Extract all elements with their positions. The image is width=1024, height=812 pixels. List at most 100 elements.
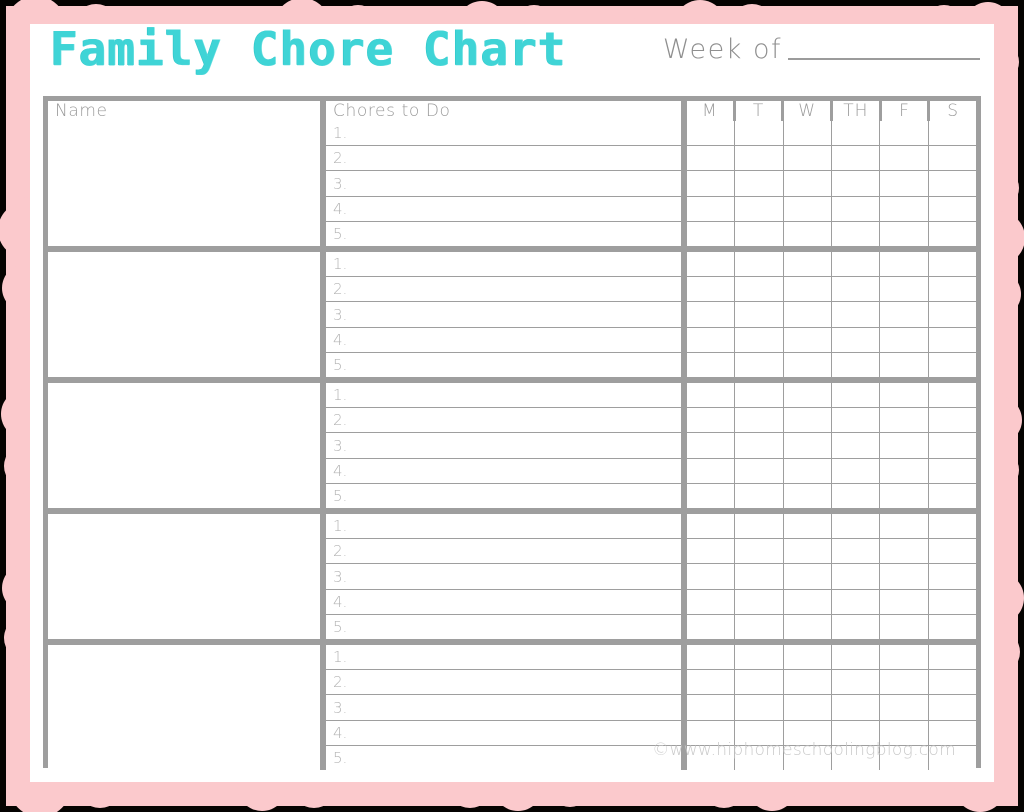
day-checkbox-cell[interactable] xyxy=(831,252,881,277)
day-checkbox-cell[interactable] xyxy=(880,458,929,483)
day-checkbox-cell[interactable] xyxy=(735,252,784,277)
day-checkbox-cell[interactable] xyxy=(783,645,832,670)
day-checkbox-cell[interactable] xyxy=(928,252,976,277)
day-checkbox-cell[interactable] xyxy=(735,277,784,302)
day-checkbox-cell[interactable] xyxy=(831,695,881,720)
day-checkbox-cell[interactable] xyxy=(831,171,881,196)
day-checkbox-cell[interactable] xyxy=(928,352,976,378)
day-checkbox-cell[interactable] xyxy=(928,514,976,539)
day-checkbox-cell[interactable] xyxy=(687,433,736,458)
day-checkbox-cell[interactable] xyxy=(687,514,736,539)
day-checkbox-cell[interactable] xyxy=(928,564,976,589)
day-checkbox-cell[interactable] xyxy=(783,514,832,539)
name-input-cell[interactable] xyxy=(48,121,320,246)
name-input-cell[interactable] xyxy=(48,514,320,639)
day-checkbox-cell[interactable] xyxy=(687,252,736,277)
day-checkbox-cell[interactable] xyxy=(783,408,832,433)
day-checkbox-cell[interactable] xyxy=(687,327,736,352)
day-checkbox-cell[interactable] xyxy=(735,408,784,433)
day-checkbox-cell[interactable] xyxy=(687,589,736,614)
chore-line[interactable]: 5. xyxy=(326,483,681,509)
name-input-cell[interactable] xyxy=(48,383,320,508)
day-checkbox-cell[interactable] xyxy=(880,252,929,277)
day-checkbox-cell[interactable] xyxy=(783,146,832,171)
day-checkbox-cell[interactable] xyxy=(928,670,976,695)
day-checkbox-cell[interactable] xyxy=(831,433,881,458)
day-checkbox-cell[interactable] xyxy=(735,302,784,327)
day-checkbox-cell[interactable] xyxy=(880,645,929,670)
day-checkbox-cell[interactable] xyxy=(928,695,976,720)
day-checkbox-cell[interactable] xyxy=(687,539,736,564)
day-checkbox-cell[interactable] xyxy=(783,433,832,458)
day-checkbox-cell[interactable] xyxy=(831,121,881,146)
day-checkbox-cell[interactable] xyxy=(687,383,736,408)
day-checkbox-cell[interactable] xyxy=(735,221,784,247)
chore-line[interactable]: 5. xyxy=(326,745,681,771)
day-checkbox-cell[interactable] xyxy=(783,483,832,509)
day-checkbox-cell[interactable] xyxy=(880,383,929,408)
day-checkbox-cell[interactable] xyxy=(783,121,832,146)
day-checkbox-cell[interactable] xyxy=(880,171,929,196)
day-checkbox-cell[interactable] xyxy=(687,352,736,378)
day-checkbox-cell[interactable] xyxy=(783,564,832,589)
day-checkbox-cell[interactable] xyxy=(687,458,736,483)
day-checkbox-cell[interactable] xyxy=(831,277,881,302)
chore-line[interactable]: 4. xyxy=(326,589,681,615)
day-checkbox-cell[interactable] xyxy=(928,302,976,327)
day-checkbox-cell[interactable] xyxy=(880,614,929,640)
day-checkbox-cell[interactable] xyxy=(735,483,784,509)
day-checkbox-cell[interactable] xyxy=(928,539,976,564)
day-checkbox-cell[interactable] xyxy=(880,277,929,302)
day-checkbox-cell[interactable] xyxy=(735,589,784,614)
chore-line[interactable]: 2. xyxy=(326,670,681,696)
day-checkbox-cell[interactable] xyxy=(783,695,832,720)
day-checkbox-cell[interactable] xyxy=(928,146,976,171)
day-checkbox-cell[interactable] xyxy=(783,221,832,247)
chore-line[interactable]: 5. xyxy=(326,221,681,247)
day-checkbox-cell[interactable] xyxy=(735,670,784,695)
day-checkbox-cell[interactable] xyxy=(735,645,784,670)
chore-line[interactable]: 3. xyxy=(326,695,681,721)
day-checkbox-cell[interactable] xyxy=(735,327,784,352)
day-checkbox-cell[interactable] xyxy=(783,171,832,196)
day-checkbox-cell[interactable] xyxy=(928,483,976,509)
day-checkbox-cell[interactable] xyxy=(783,458,832,483)
chore-line[interactable]: 3. xyxy=(326,171,681,197)
chore-line[interactable]: 1. xyxy=(326,252,681,278)
day-checkbox-cell[interactable] xyxy=(880,327,929,352)
day-checkbox-cell[interactable] xyxy=(783,327,832,352)
day-checkbox-cell[interactable] xyxy=(687,645,736,670)
day-checkbox-cell[interactable] xyxy=(735,146,784,171)
day-checkbox-cell[interactable] xyxy=(735,514,784,539)
day-checkbox-cell[interactable] xyxy=(831,352,881,378)
day-checkbox-cell[interactable] xyxy=(735,433,784,458)
chore-line[interactable]: 1. xyxy=(326,121,681,147)
chore-line[interactable]: 2. xyxy=(326,408,681,434)
day-checkbox-cell[interactable] xyxy=(831,514,881,539)
day-checkbox-cell[interactable] xyxy=(687,483,736,509)
day-checkbox-cell[interactable] xyxy=(783,670,832,695)
chore-line[interactable]: 4. xyxy=(326,720,681,746)
day-checkbox-cell[interactable] xyxy=(783,383,832,408)
day-checkbox-cell[interactable] xyxy=(783,302,832,327)
day-checkbox-cell[interactable] xyxy=(880,589,929,614)
day-checkbox-cell[interactable] xyxy=(783,589,832,614)
day-checkbox-cell[interactable] xyxy=(831,645,881,670)
day-checkbox-cell[interactable] xyxy=(687,146,736,171)
day-checkbox-cell[interactable] xyxy=(735,121,784,146)
day-checkbox-cell[interactable] xyxy=(880,196,929,221)
day-checkbox-cell[interactable] xyxy=(880,433,929,458)
day-checkbox-cell[interactable] xyxy=(783,277,832,302)
day-checkbox-cell[interactable] xyxy=(880,352,929,378)
day-checkbox-cell[interactable] xyxy=(831,221,881,247)
day-checkbox-cell[interactable] xyxy=(831,539,881,564)
day-checkbox-cell[interactable] xyxy=(880,408,929,433)
day-checkbox-cell[interactable] xyxy=(687,277,736,302)
day-checkbox-cell[interactable] xyxy=(880,695,929,720)
day-checkbox-cell[interactable] xyxy=(928,327,976,352)
day-checkbox-cell[interactable] xyxy=(687,171,736,196)
chore-line[interactable]: 3. xyxy=(326,564,681,590)
chore-line[interactable]: 5. xyxy=(326,352,681,378)
day-checkbox-cell[interactable] xyxy=(831,146,881,171)
chore-line[interactable]: 2. xyxy=(326,146,681,172)
